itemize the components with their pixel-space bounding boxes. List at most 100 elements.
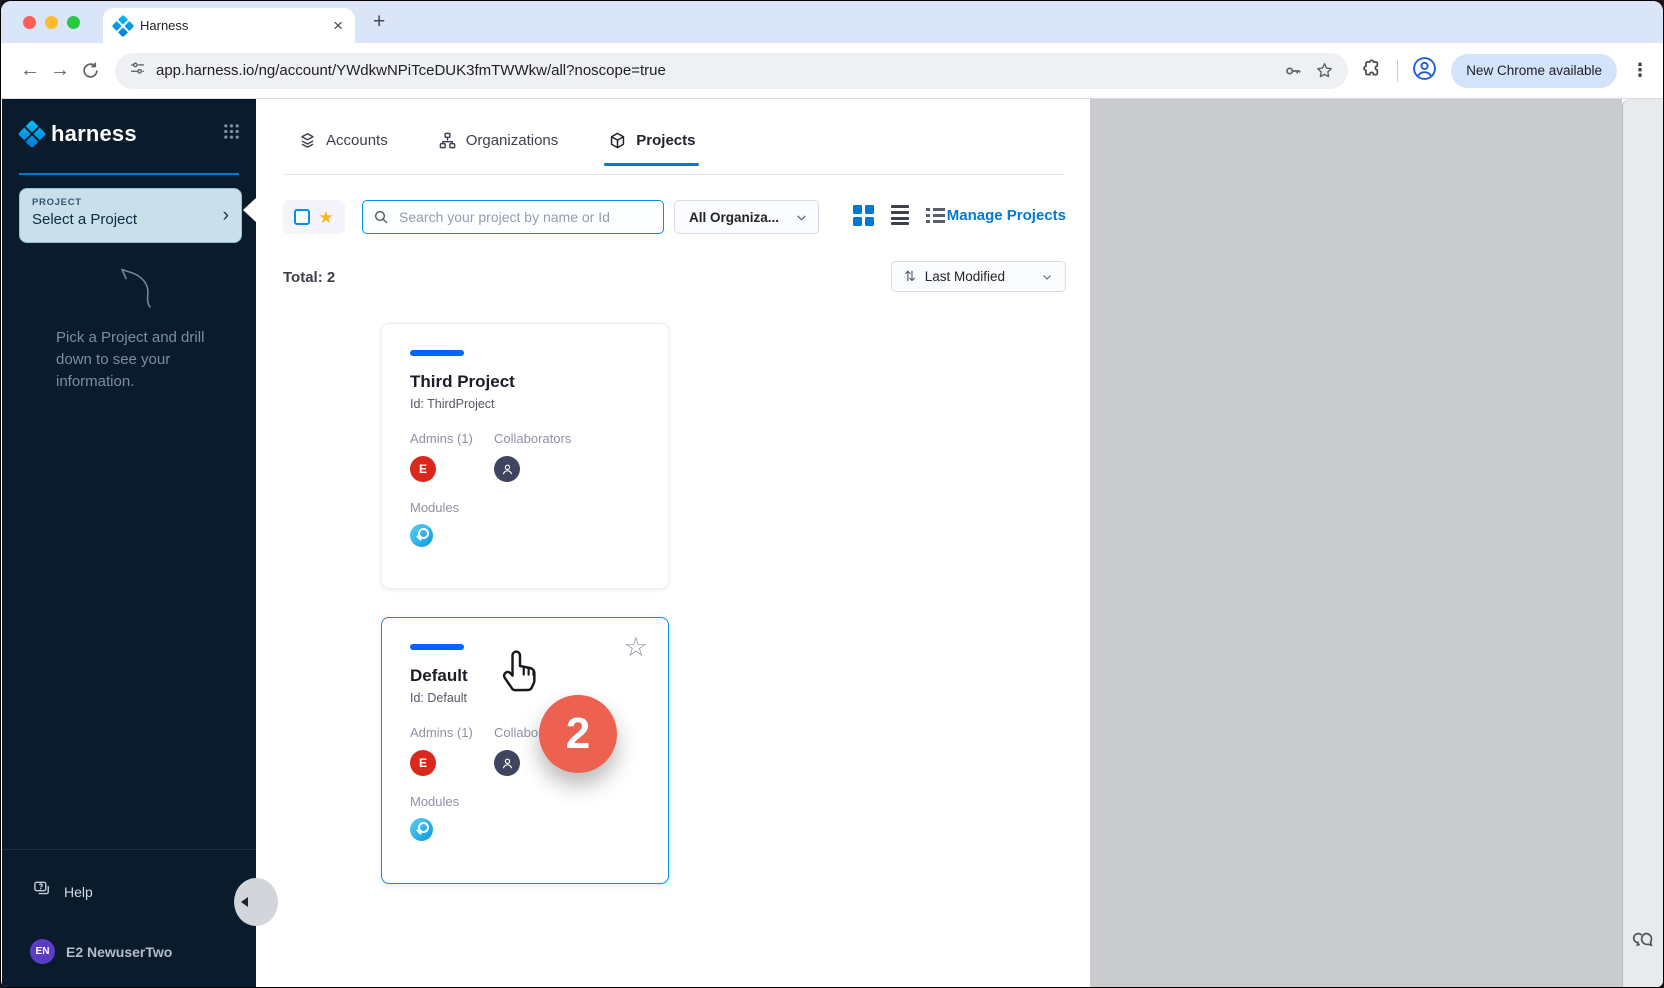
list-view-icon[interactable] [891,205,909,225]
manage-projects-link[interactable]: Manage Projects [947,207,1066,224]
url-bar[interactable]: app.harness.io/ng/account/YWdkwNPiTceDUK… [115,53,1348,89]
sidebar-hint-text: Pick a Project and drill down to see you… [56,327,226,393]
tab-accounts-label: Accounts [326,132,388,149]
minimize-window-button[interactable] [45,16,58,29]
harness-logo-icon [18,120,46,148]
sort-dropdown[interactable]: ⇅ Last Modified [891,261,1066,292]
collaborator-avatar[interactable] [494,750,520,776]
url-text[interactable]: app.harness.io/ng/account/YWdkwNPiTceDUK… [156,62,1271,79]
browser-tab[interactable]: Harness × [103,8,355,43]
browser-menu-icon[interactable]: ⋮ [1631,60,1649,81]
grid-view-icon[interactable] [853,205,874,226]
harness-app: harness PROJECT Select a Project › Pick … [2,99,1662,987]
chevron-down-icon [1041,271,1053,283]
project-modules: Modules [410,794,642,841]
organization-dropdown[interactable]: All Organiza... [674,200,819,234]
hint-arrow-doodle [106,259,162,316]
favorites-checkbox[interactable] [294,209,310,225]
screenshot-stage: Harness × + ← → app.harness.io/ng/accoun… [0,0,1664,988]
admin-avatar[interactable]: E [410,456,436,482]
detail-list-view-icon[interactable] [926,208,945,223]
page-background-panel [1090,99,1622,987]
right-side-strip [1622,99,1663,987]
scope-tabs: Accounts Organizations Projects [298,131,695,166]
browser-toolbar: ← → app.harness.io/ng/account/YWdkwNPiTc… [1,43,1663,99]
close-window-button[interactable] [23,16,36,29]
help-button[interactable]: Help [32,879,93,904]
organization-dropdown-value: All Organiza... [689,210,795,225]
forward-icon[interactable]: → [45,59,75,82]
help-label: Help [64,884,93,900]
browser-window: Harness × + ← → app.harness.io/ng/accoun… [1,1,1663,987]
user-avatar: EN [30,939,55,964]
chaos-module-icon[interactable] [410,524,433,547]
bookmark-star-icon[interactable] [1315,61,1334,80]
harness-favicon-icon [112,14,135,37]
back-icon[interactable]: ← [15,59,45,82]
favorite-star-icon: ★ [318,209,333,226]
harness-logo[interactable]: harness [22,121,240,147]
harness-logo-text: harness [51,121,223,147]
tab-projects[interactable]: Projects [608,131,695,166]
project-color-bar [410,350,464,356]
project-search[interactable] [362,200,664,234]
project-id: Id: ThirdProject [410,397,642,411]
admin-avatar[interactable]: E [410,750,436,776]
sidebar-collapse-handle[interactable] [234,878,278,926]
window-controls [23,16,80,29]
sidebar-divider [2,849,256,850]
annotation-step-badge: 2 [539,695,617,773]
collaborators-label: Collaborators [494,431,578,446]
chevron-right-icon: › [223,205,229,227]
site-info-icon[interactable] [129,60,146,82]
sidebar: harness PROJECT Select a Project › Pick … [2,99,256,987]
chaos-module-icon[interactable] [410,818,433,841]
project-selector[interactable]: PROJECT Select a Project › [19,188,242,243]
browser-tab-strip: Harness × + [1,1,1663,43]
app-grid-icon[interactable] [223,123,240,145]
tab-close-icon[interactable]: × [333,17,343,34]
favorite-star-outline-icon[interactable]: ☆ [624,632,648,663]
zoom-window-button[interactable] [67,16,80,29]
sort-arrows-icon: ⇅ [904,268,916,285]
new-chrome-available-button[interactable]: New Chrome available [1451,54,1617,88]
tabs-bottom-border [283,174,1064,175]
project-modules: Modules [410,500,642,547]
user-account-button[interactable]: EN E2 NewuserTwo [30,939,172,964]
new-tab-button[interactable]: + [373,10,385,34]
chevron-down-icon [795,211,808,224]
selector-pointer-wedge [243,198,256,222]
extensions-puzzle-icon[interactable] [1362,58,1383,84]
collapse-left-icon [241,897,248,907]
modules-label: Modules [410,794,642,809]
tab-organizations[interactable]: Organizations [438,131,559,166]
admins-label: Admins (1) [410,725,494,740]
filter-row: ★ All Organiza... Manage Projects [283,200,1066,234]
tab-organizations-label: Organizations [466,132,559,149]
sort-dropdown-value: Last Modified [925,269,1032,284]
toolbar-divider [1397,60,1398,82]
search-input[interactable] [397,208,653,226]
view-toggle-group [853,205,945,226]
project-people: Admins (1) E Collaborators [410,431,642,482]
person-icon [500,462,515,477]
password-key-icon[interactable] [1283,61,1303,81]
tab-accounts[interactable]: Accounts [298,131,388,166]
tab-projects-label: Projects [636,132,695,149]
modules-label: Modules [410,500,642,515]
project-title: Third Project [410,372,642,392]
collaborator-avatar[interactable] [494,456,520,482]
favorites-filter[interactable]: ★ [283,200,345,234]
reload-icon[interactable] [75,61,105,80]
toolbar-right-cluster: New Chrome available ⋮ [1362,54,1649,88]
tab-title: Harness [140,18,333,33]
help-chat-icon [32,879,52,904]
main-content: Accounts Organizations Projects ★ [256,99,1090,987]
person-icon [500,756,515,771]
profile-avatar-icon[interactable] [1412,56,1437,86]
user-name: E2 NewuserTwo [66,944,172,960]
project-selector-eyebrow: PROJECT [32,197,229,208]
feedback-chat-icon[interactable] [1632,928,1656,957]
project-card-third-project[interactable]: Third Project Id: ThirdProject Admins (1… [381,323,669,589]
sidebar-accent-divider [19,173,239,175]
